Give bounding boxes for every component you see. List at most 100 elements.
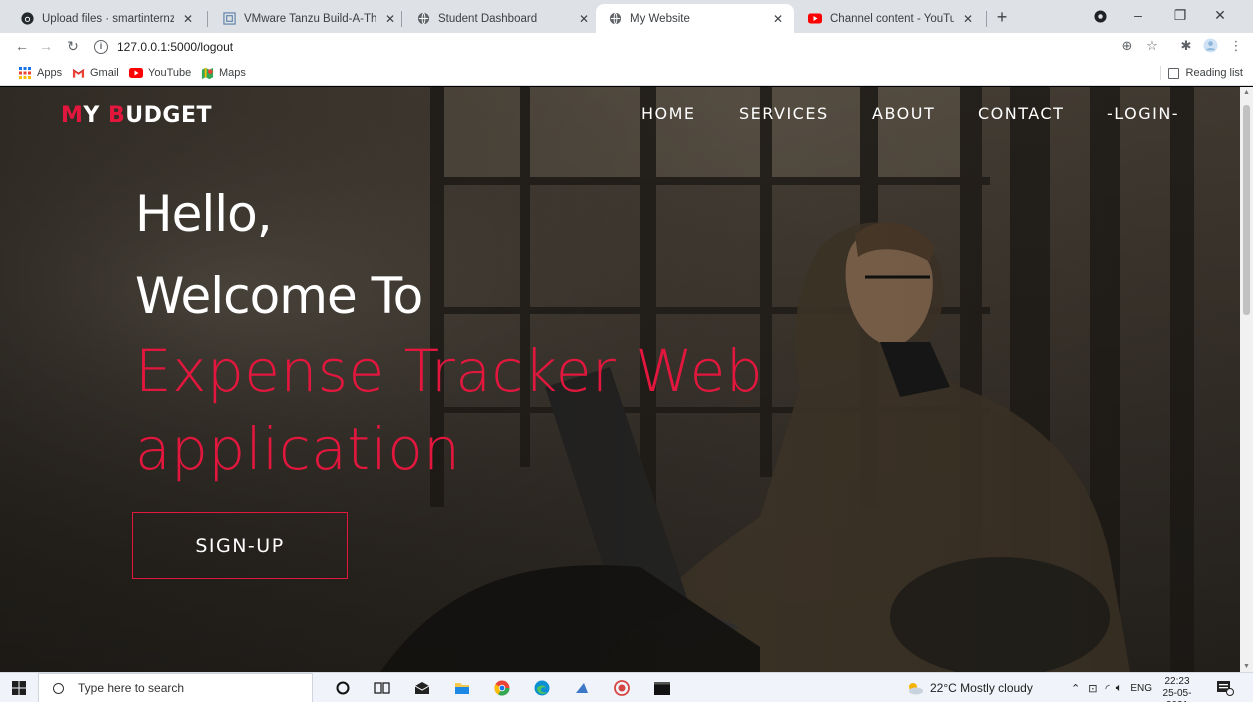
reading-list-icon — [1167, 67, 1179, 79]
search-placeholder: Type here to search — [78, 681, 185, 695]
signup-button[interactable]: SIGN-UP — [132, 512, 348, 579]
windows-taskbar: Type here to search 22°C Mostly cloudy ⌃… — [0, 672, 1253, 702]
file-explorer-icon[interactable] — [452, 678, 472, 698]
record-app-icon[interactable] — [612, 678, 632, 698]
tab-separator — [207, 11, 208, 27]
new-tab-button[interactable]: + — [990, 6, 1014, 30]
tab-github-upload[interactable]: Upload files · smartinternz02/SP ✕ — [8, 4, 204, 33]
site-nav: HOME SERVICES ABOUT CONTACT -LOGIN- — [0, 104, 1240, 128]
chrome-taskbar-icon[interactable] — [492, 678, 512, 698]
extensions-puzzle-icon[interactable]: ✱ — [1176, 36, 1196, 56]
task-view-icon[interactable] — [372, 678, 392, 698]
reload-icon[interactable]: ↻ — [62, 35, 84, 57]
hero-welcome: Welcome To — [135, 267, 423, 325]
github-icon — [20, 12, 34, 26]
globe-icon — [608, 12, 622, 26]
browser-toolbar: ← → ↻ i 127.0.0.1:5000/logout ⊕ ☆ ✱ ⋮ — [0, 33, 1253, 60]
youtube-icon — [808, 12, 822, 26]
tab-vmware[interactable]: VMware Tanzu Build-A-Thon ✕ — [210, 4, 406, 33]
youtube-icon — [129, 66, 143, 80]
reading-list-label: Reading list — [1185, 67, 1243, 79]
restore-button[interactable]: ❐ — [1160, 0, 1200, 33]
nav-home-link[interactable]: HOME — [641, 104, 696, 123]
mail-icon[interactable] — [412, 678, 432, 698]
bookmark-gmail[interactable]: Gmail — [71, 64, 119, 82]
bookmark-label: YouTube — [148, 67, 192, 79]
globe-icon — [416, 12, 430, 26]
cortana-icon[interactable] — [333, 678, 353, 698]
windows-start-icon[interactable] — [12, 681, 26, 695]
terminal-icon[interactable] — [652, 678, 672, 698]
close-tab-icon[interactable]: ✕ — [960, 12, 976, 26]
apps-grid-icon — [18, 66, 32, 80]
close-tab-icon[interactable]: ✕ — [770, 12, 786, 26]
search-icon — [53, 682, 64, 694]
back-arrow-icon[interactable]: ← — [11, 35, 33, 57]
hero-title-line2: application — [135, 415, 461, 483]
nav-login-link[interactable]: -LOGIN- — [1107, 104, 1179, 123]
bookmark-label: Maps — [219, 67, 246, 79]
nav-contact-link[interactable]: CONTACT — [978, 104, 1064, 123]
scrollbar-thumb[interactable] — [1243, 105, 1250, 315]
nav-services-link[interactable]: SERVICES — [739, 104, 829, 123]
tab-separator — [986, 11, 987, 27]
weather-text: 22°C Mostly cloudy — [930, 681, 1033, 695]
page-scrollbar[interactable]: ▲ ▼ — [1240, 87, 1253, 672]
bookmark-label: Gmail — [90, 67, 119, 79]
menu-kebab-icon[interactable]: ⋮ — [1226, 36, 1246, 56]
taskbar-search-box[interactable]: Type here to search — [38, 673, 313, 702]
maps-icon — [200, 66, 214, 80]
bookmarks-bar: Apps Gmail YouTube Maps Reading list — [0, 60, 1253, 86]
scroll-up-arrow-icon[interactable]: ▲ — [1242, 89, 1251, 96]
tab-separator — [401, 11, 402, 27]
page-viewport: MY BUDGET HOME SERVICES ABOUT CONTACT -L… — [0, 87, 1240, 672]
hero-title-line1: Expense Tracker Web — [135, 337, 764, 405]
close-window-button[interactable]: ✕ — [1200, 0, 1240, 33]
tab-strip: Upload files · smartinternz02/SP ✕ VMwar… — [0, 0, 1253, 33]
wifi-icon[interactable]: ◜ — [1105, 682, 1109, 695]
info-icon[interactable]: i — [94, 39, 108, 54]
volume-icon[interactable]: 🔈︎ — [1116, 682, 1123, 695]
close-tab-icon[interactable]: ✕ — [576, 12, 592, 26]
chrome-profile-icon[interactable] — [1080, 0, 1120, 33]
nav-about-link[interactable]: ABOUT — [872, 104, 935, 123]
taskbar-clock[interactable]: 22:23 25-05-2021 — [1155, 676, 1199, 702]
tab-student-dashboard[interactable]: Student Dashboard ✕ — [404, 4, 600, 33]
language-indicator[interactable]: ENG — [1130, 683, 1152, 694]
divider — [1160, 66, 1161, 80]
scroll-down-arrow-icon[interactable]: ▼ — [1242, 663, 1251, 670]
edge-icon[interactable] — [532, 678, 552, 698]
tab-title: Student Dashboard — [438, 12, 538, 25]
tab-youtube-studio[interactable]: Channel content - YouTube Studi ✕ — [796, 4, 984, 33]
address-bar[interactable]: i 127.0.0.1:5000/logout — [94, 36, 1124, 57]
tab-title: Upload files · smartinternz02/SP — [42, 12, 174, 25]
tab-title: VMware Tanzu Build-A-Thon — [244, 12, 376, 25]
zoom-icon[interactable]: ⊕ — [1117, 36, 1137, 56]
bookmark-label: Apps — [37, 67, 63, 79]
bookmark-youtube[interactable]: YouTube — [129, 64, 191, 82]
photos-app-icon[interactable] — [572, 678, 592, 698]
cloud-sun-icon — [909, 683, 923, 695]
url-text: 127.0.0.1:5000/logout — [117, 39, 234, 54]
clock-date: 25-05-2021 — [1162, 688, 1192, 702]
bookmark-star-icon[interactable]: ☆ — [1142, 36, 1162, 56]
tab-title: Channel content - YouTube Studi — [830, 12, 954, 25]
close-tab-icon[interactable]: ✕ — [180, 12, 196, 26]
network-icon[interactable]: ⊡ — [1088, 682, 1097, 695]
forward-arrow-icon[interactable]: → — [35, 35, 57, 57]
hero-greeting: Hello, — [135, 185, 273, 243]
bookmark-maps[interactable]: Maps — [200, 64, 246, 82]
tab-title: My Website — [630, 12, 690, 25]
tab-my-website[interactable]: My Website ✕ — [596, 4, 794, 33]
bookmark-apps[interactable]: Apps — [18, 64, 62, 82]
gmail-icon — [71, 66, 85, 80]
profile-avatar-icon[interactable] — [1200, 36, 1220, 56]
chevron-up-icon[interactable]: ⌃ — [1071, 682, 1080, 695]
notification-center-icon[interactable] — [1216, 680, 1234, 696]
reading-list-button[interactable]: Reading list — [1167, 64, 1243, 82]
system-tray-icons[interactable]: ⌃ ⊡ ◜ 🔈︎ ENG — [1071, 673, 1152, 702]
vmware-icon — [222, 12, 236, 26]
minimize-button[interactable]: – — [1118, 0, 1158, 33]
close-tab-icon[interactable]: ✕ — [382, 12, 398, 26]
weather-widget[interactable]: 22°C Mostly cloudy — [906, 673, 1033, 702]
